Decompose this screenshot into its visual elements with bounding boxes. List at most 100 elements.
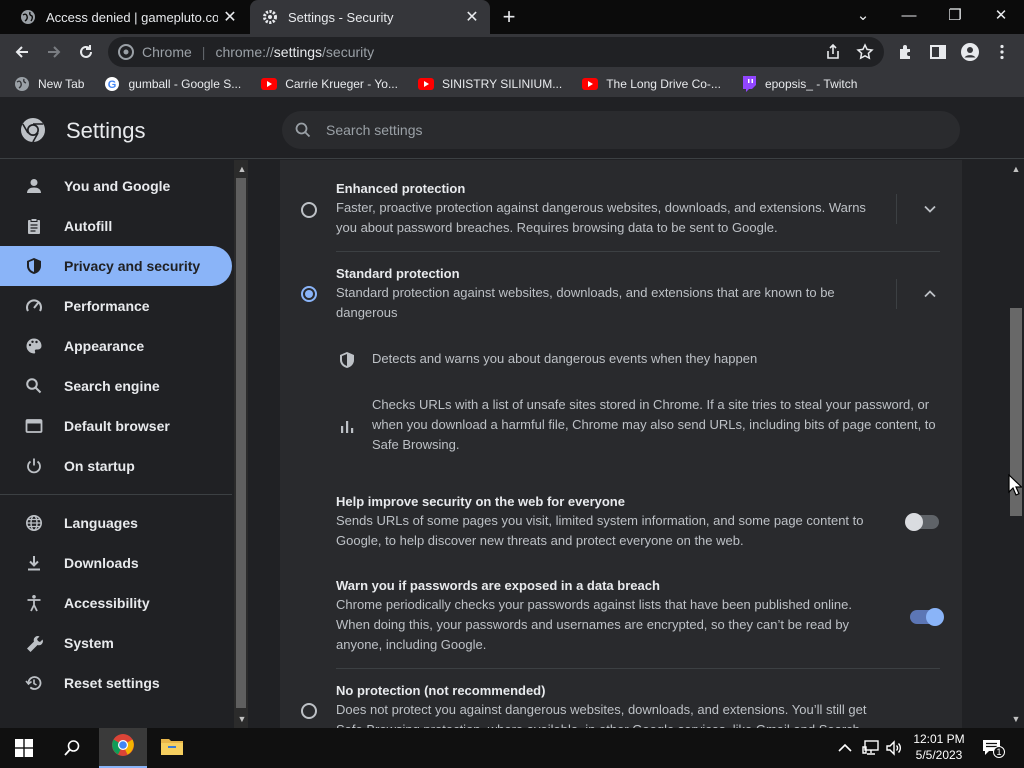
sidebar-item-privacy-and-security[interactable]: Privacy and security [0,246,232,286]
sidebar-item-you-and-google[interactable]: You and Google [0,166,232,206]
sidebar-item-system[interactable]: System [0,623,232,663]
notification-center-icon[interactable]: 1 [982,738,1005,758]
minimize-button[interactable]: — [886,0,932,30]
globe-icon [14,76,30,92]
chevron-down-icon[interactable] [920,199,940,219]
power-icon [24,456,44,476]
taskbar-chrome-app[interactable] [99,728,147,768]
share-icon[interactable] [824,43,842,61]
system-clock[interactable]: 12:01 PM 5/5/2023 [906,731,972,763]
bar-chart-icon [338,417,356,435]
clock-time: 12:01 PM [913,732,965,746]
sidebar-item-autofill[interactable]: Autofill [0,206,232,246]
sidebar-item-label: Search engine [64,378,160,394]
sidebar-item-on-startup[interactable]: On startup [0,446,232,486]
menu-kebab-icon[interactable] [988,38,1016,66]
sidebar-item-search-engine[interactable]: Search engine [0,366,232,406]
help-improve-toggle[interactable] [905,513,939,531]
help-improve-security-row[interactable]: Help improve security on the web for eve… [280,484,962,560]
notification-count-badge: 1 [993,746,1005,758]
shield-icon [338,351,356,369]
browser-icon [24,416,44,436]
option-description: Standard protection against websites, do… [336,285,835,320]
google-icon: G [104,76,120,92]
chevron-up-icon[interactable] [838,740,854,756]
address-bar[interactable]: Chrome | chrome://settings/security [108,37,884,67]
back-button[interactable] [8,38,36,66]
chevron-up-icon[interactable] [920,284,940,304]
sidebar-item-label: Default browser [64,418,170,434]
forward-button[interactable] [40,38,68,66]
youtube-icon [582,76,599,92]
globe-icon [20,9,36,25]
sidebar-item-reset-settings[interactable]: Reset settings [0,663,232,703]
page-scrollbar[interactable]: ▲ ▼ [1008,160,1024,728]
gear-icon [262,9,278,25]
option-title: Enhanced protection [336,181,466,196]
bookmark-star-icon[interactable] [856,43,874,61]
tab-strip: Access denied | gamepluto.com ✕ Settings… [0,0,1024,34]
bookmark-gumball[interactable]: G gumball - Google S... [104,76,241,92]
bookmark-carrie-krueger[interactable]: Carrie Krueger - Yo... [261,76,398,92]
sidebar-item-label: Languages [64,515,138,531]
search-placeholder: Search settings [326,122,423,138]
search-icon [24,376,44,396]
sidebar-item-label: Appearance [64,338,145,354]
password-breach-toggle[interactable] [910,608,944,626]
windows-start-button[interactable] [0,728,48,768]
sidebar-item-label: You and Google [64,178,171,194]
wrench-icon [24,633,44,653]
clock-date: 5/5/2023 [915,748,963,762]
sidebar-item-languages[interactable]: Languages [0,503,232,543]
scroll-down-arrow-icon[interactable]: ▼ [1011,714,1021,724]
sidebar-item-default-browser[interactable]: Default browser [0,406,232,446]
bookmark-new-tab[interactable]: New Tab [14,76,84,92]
no-protection-radio[interactable] [301,703,317,719]
scroll-up-arrow-icon[interactable]: ▲ [1011,164,1021,174]
sidebar-item-downloads[interactable]: Downloads [0,543,232,583]
close-tab-icon[interactable]: ✕ [460,5,484,29]
tab-search-icon[interactable]: ⌄ [840,0,886,30]
scroll-down-arrow-icon[interactable]: ▼ [237,714,247,724]
sidebar-item-label: On startup [64,458,135,474]
volume-icon[interactable] [885,739,903,757]
standard-detail-urls: Checks URLs with a list of unsafe sites … [372,397,936,452]
tab-title: Access denied | gamepluto.com [46,9,218,25]
taskbar-file-explorer-app[interactable] [148,728,196,768]
tab-settings-security[interactable]: Settings - Security ✕ [250,0,490,34]
enhanced-protection-option[interactable]: Enhanced protection Faster, proactive pr… [280,160,962,252]
close-tab-icon[interactable]: ✕ [218,5,242,29]
reload-button[interactable] [72,38,100,66]
password-breach-row[interactable]: Warn you if passwords are exposed in a d… [280,568,962,664]
tab-access-denied[interactable]: Access denied | gamepluto.com ✕ [8,0,248,34]
bookmark-long-drive[interactable]: The Long Drive Co-... [582,76,721,92]
sidebar-item-accessibility[interactable]: Accessibility [0,583,232,623]
sidebar-item-performance[interactable]: Performance [0,286,232,326]
network-icon[interactable] [862,739,880,757]
divider [896,279,897,309]
search-settings-input[interactable]: Search settings [282,111,960,149]
sidebar-scrollbar[interactable]: ▲ ▼ [234,160,248,728]
restore-button[interactable]: ❐ [932,0,978,30]
sidebar-scroll-thumb[interactable] [236,178,246,708]
svg-text:G: G [108,79,117,91]
folder-icon [160,736,184,761]
enhanced-protection-radio[interactable] [301,202,317,218]
new-tab-button[interactable]: + [498,6,520,28]
close-window-button[interactable]: ✕ [978,0,1024,30]
extensions-icon[interactable] [892,38,920,66]
clipboard-icon [24,216,44,236]
no-protection-option[interactable]: No protection (not recommended) Does not… [280,669,962,728]
page-title: Settings [66,118,146,143]
side-panel-icon[interactable] [924,38,952,66]
url-scheme: chrome:// [215,44,274,60]
taskbar-search-icon[interactable] [48,728,96,768]
bookmark-sinistry[interactable]: SINISTRY SILINIUM... [417,76,562,92]
scroll-up-arrow-icon[interactable]: ▲ [237,164,247,174]
standard-protection-option[interactable]: Standard protection Standard protection … [280,252,962,342]
sidebar-item-appearance[interactable]: Appearance [0,326,232,366]
profile-avatar-icon[interactable] [956,38,984,66]
bookmark-epopsis-twitch[interactable]: epopsis_ - Twitch [741,75,857,92]
standard-protection-radio[interactable] [301,286,317,302]
sidebar-item-label: Performance [64,298,150,314]
